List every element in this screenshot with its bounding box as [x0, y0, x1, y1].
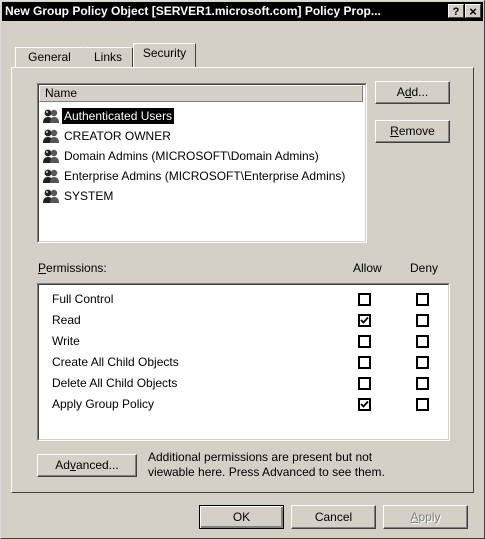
remove-button[interactable]: Remove [375, 120, 450, 143]
policy-properties-dialog: New Group Policy Object [SERVER1.microso… [0, 0, 485, 539]
tab-general-label: General [28, 50, 71, 64]
permission-name: Apply Group Policy [52, 397, 155, 411]
security-tab-panel: Name Authenticated Users CREATOR OWNER D… [11, 67, 474, 493]
user-item-domain-admins[interactable]: Domain Admins (MICROSOFT\Domain Admins) [42, 146, 321, 164]
permissions-list: Full Control Read Write Create All Child… [37, 283, 450, 441]
group-icon [42, 108, 60, 124]
tab-links[interactable]: Links [83, 47, 133, 67]
permission-name: Create All Child Objects [52, 355, 179, 369]
help-button[interactable]: ? [448, 4, 464, 18]
allow-checkbox-read[interactable] [358, 314, 371, 327]
ok-button[interactable]: OK [199, 505, 284, 529]
user-label: Enterprise Admins (MICROSOFT\Enterprise … [64, 168, 346, 183]
allow-column-header: Allow [353, 261, 382, 275]
advanced-note: Additional permissions are present but n… [148, 450, 385, 480]
permission-name: Delete All Child Objects [52, 376, 178, 390]
tab-links-label: Links [93, 50, 122, 64]
apply-button[interactable]: Apply [383, 505, 468, 529]
allow-checkbox-write[interactable] [358, 335, 371, 348]
group-icon [42, 128, 60, 144]
user-item-system[interactable]: SYSTEM [42, 186, 115, 204]
user-label: Domain Admins (MICROSOFT\Domain Admins) [64, 148, 319, 163]
add-button[interactable]: Add... [375, 81, 450, 104]
deny-checkbox-full-control[interactable] [416, 293, 429, 306]
allow-checkbox-full-control[interactable] [358, 293, 371, 306]
close-button[interactable]: × [465, 4, 481, 19]
help-icon: ? [452, 6, 460, 18]
name-column-header[interactable]: Name [39, 85, 363, 102]
user-item-enterprise-admins[interactable]: Enterprise Admins (MICROSOFT\Enterprise … [42, 166, 347, 184]
group-icon [42, 188, 60, 204]
window-title: New Group Policy Object [SERVER1.microso… [5, 4, 381, 18]
deny-column-header: Deny [410, 261, 439, 275]
advanced-button[interactable]: Advanced... [37, 454, 137, 477]
permissions-label: Permissions: [38, 261, 107, 275]
advanced-note-line2: viewable here. Press Advanced to see the… [148, 465, 385, 479]
deny-checkbox-read[interactable] [416, 314, 429, 327]
tab-security-label: Security [142, 46, 187, 60]
deny-checkbox-apply-group-policy[interactable] [416, 398, 429, 411]
allow-checkbox-apply-group-policy[interactable] [358, 398, 371, 411]
title-bar[interactable]: New Group Policy Object [SERVER1.microso… [2, 2, 483, 21]
deny-checkbox-create-child[interactable] [416, 356, 429, 369]
user-item-creator-owner[interactable]: CREATOR OWNER [42, 126, 173, 144]
check-icon [360, 316, 369, 324]
check-icon [360, 400, 369, 408]
deny-checkbox-write[interactable] [416, 335, 429, 348]
deny-checkbox-delete-child[interactable] [416, 377, 429, 390]
name-column-label: Name [45, 86, 78, 100]
user-label: Authenticated Users [62, 107, 175, 124]
user-label: CREATOR OWNER [64, 128, 171, 143]
allow-checkbox-delete-child[interactable] [358, 377, 371, 390]
user-item-authenticated-users[interactable]: Authenticated Users [42, 106, 175, 124]
allow-checkbox-create-child[interactable] [358, 356, 371, 369]
group-icon [42, 168, 60, 184]
advanced-note-line1: Additional permissions are present but n… [148, 450, 373, 464]
user-label: SYSTEM [64, 188, 114, 203]
permission-name: Read [52, 313, 81, 327]
close-icon: × [469, 4, 477, 19]
permission-name: Write [52, 334, 80, 348]
tab-security[interactable]: Security [133, 43, 196, 67]
cancel-button[interactable]: Cancel [291, 505, 376, 529]
permission-name: Full Control [52, 292, 114, 306]
tab-general[interactable]: General [15, 47, 83, 67]
group-icon [42, 148, 60, 164]
users-list[interactable]: Name Authenticated Users CREATOR OWNER D… [37, 83, 367, 243]
